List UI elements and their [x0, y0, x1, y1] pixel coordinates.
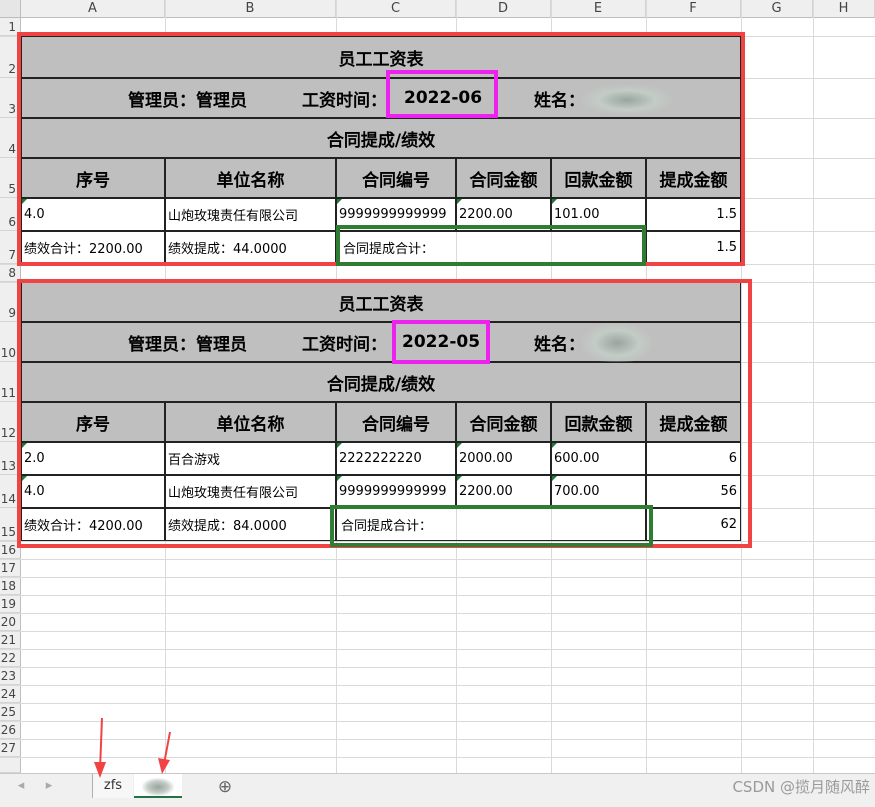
row-header-21[interactable]: 21: [0, 631, 21, 649]
select-all-corner[interactable]: [0, 0, 21, 18]
annotation-arrows: [94, 717, 171, 778]
row-header-22[interactable]: 22: [0, 649, 21, 667]
column-header-g[interactable]: G: [741, 0, 813, 18]
annotation-pink-box-time2: [392, 320, 490, 364]
row-header-23[interactable]: 23: [0, 667, 21, 685]
column-header-f[interactable]: F: [646, 0, 741, 18]
column-header-e[interactable]: E: [551, 0, 646, 18]
row-header-26[interactable]: 26: [0, 721, 21, 739]
add-sheet-button[interactable]: ⊕: [214, 776, 236, 798]
row-header-20[interactable]: 20: [0, 613, 21, 631]
row-header-17[interactable]: 17: [0, 559, 21, 577]
column-header-h[interactable]: H: [813, 0, 875, 18]
column-header-c[interactable]: C: [336, 0, 456, 18]
status-bar: [0, 800, 875, 807]
tab-scroll-next-button[interactable]: ▸: [40, 778, 58, 796]
annotation-arrow-head-2: [158, 758, 170, 774]
watermark-text: CSDN @揽月随风醉: [732, 778, 870, 796]
row-header-25[interactable]: 25: [0, 703, 21, 721]
row-header-24[interactable]: 24: [0, 685, 21, 703]
row-header-27[interactable]: 27: [0, 739, 21, 757]
tab-scroll-prev-button[interactable]: ◂: [12, 778, 30, 796]
column-header-b[interactable]: B: [165, 0, 336, 18]
annotation-arrow-head-1: [94, 762, 106, 778]
annotation-green-box-total2: [330, 505, 653, 547]
column-header-d[interactable]: D: [456, 0, 551, 18]
row-header-18[interactable]: 18: [0, 577, 21, 595]
column-header-a[interactable]: A: [21, 0, 165, 18]
row-header-19[interactable]: 19: [0, 595, 21, 613]
row-header-28[interactable]: [0, 757, 21, 773]
annotation-green-box-total1: [336, 225, 646, 266]
annotation-pink-box-time1: [386, 70, 498, 118]
